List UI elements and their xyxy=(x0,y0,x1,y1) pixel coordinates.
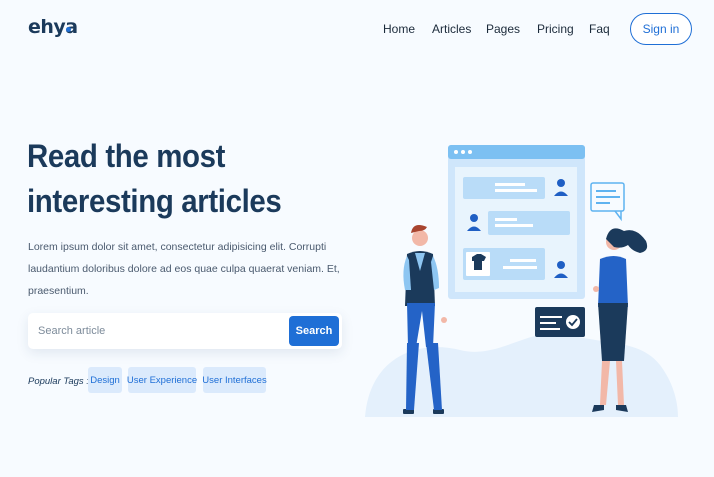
hero-illustration xyxy=(365,145,678,417)
nav-pricing[interactable]: Pricing xyxy=(537,22,574,36)
headline-line-2: interesting articles xyxy=(27,183,282,219)
tag-design[interactable]: Design xyxy=(88,367,122,393)
tag-user-interfaces[interactable]: User Interfaces xyxy=(202,367,267,393)
hero-headline: Read the most interesting articles xyxy=(27,134,282,224)
site-header: ehya Home Articles Pages Pricing Faq Sig… xyxy=(0,0,714,60)
search-button[interactable]: Search xyxy=(289,316,339,346)
logo-dot xyxy=(66,27,71,32)
search-input[interactable] xyxy=(28,313,286,349)
nav-articles[interactable]: Articles xyxy=(432,22,471,36)
nav-home[interactable]: Home xyxy=(383,22,415,36)
sign-in-button[interactable]: Sign in xyxy=(630,13,692,45)
chat-bubble-icon xyxy=(590,182,625,222)
nav-faq[interactable]: Faq xyxy=(589,22,610,36)
search-bar: Search xyxy=(28,313,342,349)
hero-description: Lorem ipsum dolor sit amet, consectetur … xyxy=(28,241,340,297)
headline-line-1: Read the most xyxy=(27,138,226,174)
tag-user-experience[interactable]: User Experience xyxy=(127,367,197,393)
popular-tags-label: Popular Tags : xyxy=(28,376,89,387)
check-card-icon xyxy=(535,307,585,337)
nav-pages[interactable]: Pages xyxy=(486,22,520,36)
